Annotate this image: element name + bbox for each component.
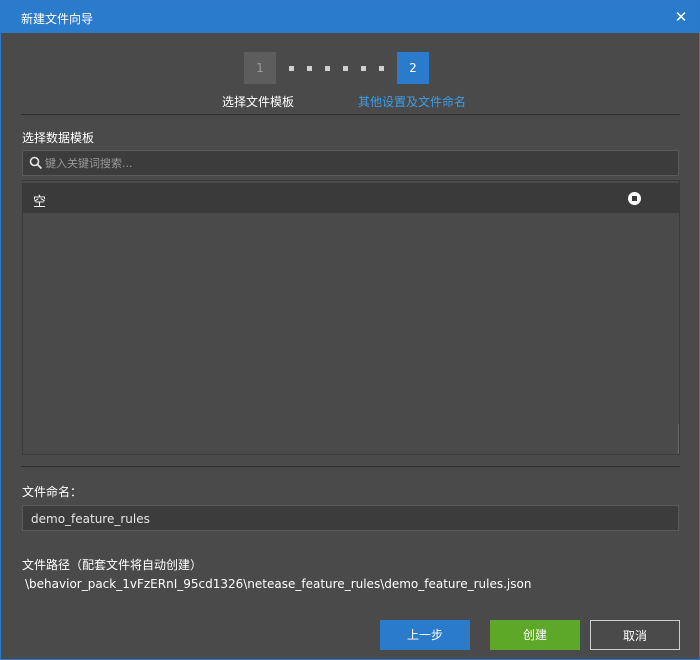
create-button[interactable]: 创建: [490, 620, 580, 650]
stepper-divider: [21, 114, 680, 115]
template-search-input[interactable]: [45, 153, 665, 173]
prev-step-button[interactable]: 上一步: [380, 620, 470, 650]
path-label: 文件路径（配套文件将自动创建）: [22, 558, 203, 572]
filename-label: 文件命名：: [22, 485, 83, 499]
step-dot: [289, 66, 294, 71]
list-scrollbar[interactable]: [678, 424, 679, 454]
step-dot: [379, 66, 384, 71]
window-title: 新建文件向导: [21, 12, 94, 26]
template-section-label: 选择数据模板: [22, 131, 95, 145]
template-item-empty[interactable]: 空: [23, 183, 679, 213]
step-1-label: 选择文件模板: [222, 95, 295, 109]
template-list[interactable]: 空: [22, 180, 680, 455]
close-icon[interactable]: ✕: [671, 7, 691, 27]
filename-field[interactable]: [22, 505, 679, 531]
step-2-label: 其他设置及文件命名: [358, 95, 467, 109]
step-dot: [361, 66, 366, 71]
step-dot: [325, 66, 330, 71]
section-divider: [21, 466, 680, 467]
template-search-box[interactable]: [22, 150, 679, 176]
filename-input[interactable]: [31, 509, 661, 529]
step-1-indicator: 1: [244, 52, 276, 84]
cancel-button[interactable]: 取消: [590, 620, 680, 650]
search-icon: [29, 156, 43, 170]
radio-selected-icon[interactable]: [628, 192, 641, 205]
new-file-wizard-dialog: 新建文件向导 ✕ 1 2 选择文件模板 其他设置及文件命名 选择数据模板 空 文…: [0, 0, 700, 660]
step-dot: [307, 66, 312, 71]
step-2-indicator: 2: [397, 52, 429, 84]
file-path-value: \behavior_pack_1vFzERnI_95cd1326\netease…: [25, 577, 532, 591]
step-dot: [343, 66, 348, 71]
template-item-label: 空: [33, 195, 47, 210]
titlebar: 新建文件向导 ✕: [1, 1, 699, 33]
